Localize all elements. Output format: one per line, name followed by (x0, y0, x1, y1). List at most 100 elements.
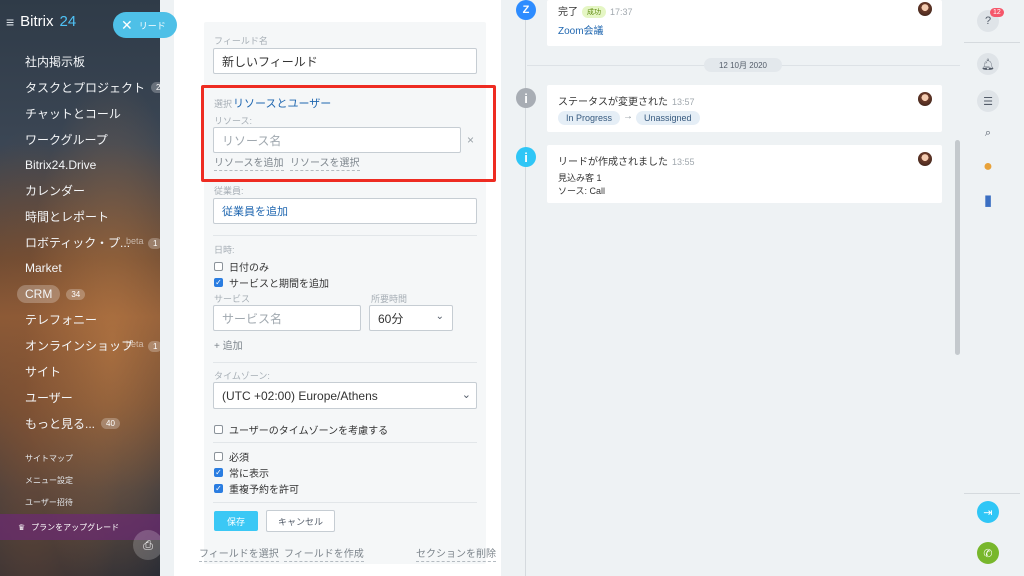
checkbox-label: 常に表示 (229, 469, 269, 480)
menu-icon[interactable]: ≡ (6, 14, 14, 30)
timeline-card-created[interactable]: リードが作成されました 13:55 見込み客 1 ソース: Call (547, 145, 942, 203)
beta-label: beta (126, 338, 144, 349)
sidebar-item-feed[interactable]: 社内掲示板 (0, 49, 160, 75)
add-service-link[interactable]: + 追加 (214, 337, 243, 352)
sidebar-item-label: カレンダー (25, 184, 86, 199)
select-field-link[interactable]: フィールドを選択 (199, 549, 279, 562)
app-icon[interactable]: ▮ (977, 189, 999, 211)
delete-section-link[interactable]: セクションを削除 (416, 549, 496, 562)
checkbox-box[interactable]: ✓ (214, 468, 223, 477)
timezone-label: タイムゾーン: (214, 371, 270, 381)
sidebar-item-online-store[interactable]: オンラインショップ beta 1 (0, 333, 160, 359)
checkbox-label: 重複予約を許可 (229, 485, 299, 496)
sidebar-item-label: ユーザー (25, 390, 73, 405)
sidebar-item-workgroups[interactable]: ワークグループ (0, 126, 160, 152)
close-lead-button[interactable]: ✕ リード (113, 12, 177, 38)
sidebar-item-more[interactable]: もっと見る... 40 (0, 410, 160, 436)
card-time: 17:37 (610, 7, 633, 17)
sidebar-item-tasks[interactable]: タスクとプロジェクト 26 (0, 75, 160, 101)
phone-icon[interactable]: ✆ (977, 542, 999, 564)
consider-timezone-checkbox[interactable]: ユーザーのタイムゾーンを考慮する (214, 422, 388, 437)
sidebar-item-label: Bitrix24.Drive (25, 158, 97, 173)
sidebar-link-sitemap[interactable]: サイトマップ (0, 453, 160, 464)
sidebar-item-label: 時間とレポート (25, 210, 110, 225)
avatar (918, 92, 932, 106)
info-icon: i (516, 88, 536, 108)
sidebar-item-calendar[interactable]: カレンダー (0, 178, 160, 204)
search-icon[interactable]: ⌕ (977, 122, 999, 144)
avatar (918, 152, 932, 166)
card-title: ステータスが変更された (558, 97, 668, 108)
logo[interactable]: ≡ Bitrix 24 (6, 13, 76, 30)
create-field-link[interactable]: フィールドを作成 (284, 549, 364, 562)
sidebar-item-rpa[interactable]: ロボティック・プ... beta 1 (0, 230, 160, 256)
chat-icon[interactable]: ☰ (977, 90, 999, 112)
sidebar-link-menu-settings[interactable]: メニュー設定 (0, 475, 160, 486)
always-show-checkbox[interactable]: ✓ 常に表示 (214, 465, 269, 480)
checkbox-box[interactable] (214, 425, 223, 434)
sidebar-item-telephony[interactable]: テレフォニー (0, 307, 160, 333)
timeline-line (525, 0, 526, 576)
zoom-meeting-link[interactable]: Zoom会議 (558, 22, 604, 37)
save-button[interactable]: 保存 (214, 511, 258, 531)
avatar (918, 2, 932, 16)
timeline-card-status[interactable]: ステータスが変更された 13:57 In Progress → Unassigne… (547, 85, 942, 132)
close-icon: ✕ (121, 16, 133, 33)
bell-icon[interactable]: 🔔︎ (977, 53, 999, 75)
sidebar-link-invite[interactable]: ユーザー招待 (0, 497, 160, 508)
timezone-value: (UTC +02:00) Europe/Athens (222, 388, 378, 403)
sidebar-item-label: ロボティック・プ... (25, 235, 131, 250)
employee-label: 従業員: (214, 186, 244, 196)
sidebar-item-sites[interactable]: サイト (0, 359, 160, 385)
service-label: サービス (214, 294, 251, 304)
divider (964, 493, 1020, 494)
count-badge: 34 (66, 288, 86, 300)
sidebar-item-crm[interactable]: CRM 34 (0, 281, 160, 307)
crown-icon: ♛ (18, 522, 26, 532)
checkbox-box[interactable]: ✓ (214, 484, 223, 493)
sidebar-item-chat[interactable]: チャットとコール (0, 101, 160, 127)
sidebar-item-label: 社内掲示板 (25, 55, 86, 70)
add-employee-field[interactable]: 従業員を追加 (213, 198, 477, 224)
service-name-input[interactable]: サービス名 (213, 305, 361, 331)
timeline: Z 完了 成功 17:37 Zoom会議 12 10月 2020 i ステータスが変… (501, 0, 960, 576)
timezone-select[interactable]: (UTC +02:00) Europe/Athens ⌄ (213, 382, 477, 409)
timeline-card-zoom[interactable]: 完了 成功 17:37 Zoom会議 (547, 0, 942, 46)
duration-select[interactable]: 60分 ⌄ (369, 305, 453, 331)
duration-label: 所要時間 (371, 294, 408, 304)
sidebar-item-label: オンラインショップ (25, 339, 134, 354)
printer-icon[interactable]: ⎙ (133, 530, 160, 560)
checkbox-label: 必須 (229, 453, 249, 464)
upgrade-label: プランをアップグレード (31, 522, 120, 532)
count-badge: 40 (101, 417, 120, 429)
checkbox-box[interactable]: ✓ (214, 278, 223, 287)
bulb-icon[interactable]: ● (977, 156, 999, 178)
add-service-duration-checkbox[interactable]: ✓ サービスと期間を追加 (214, 275, 329, 290)
sidebar-item-users[interactable]: ユーザー (0, 384, 160, 410)
field-name-label: フィールド名 (214, 36, 268, 46)
checkbox-box[interactable] (214, 262, 223, 271)
sidebar-item-label: テレフォニー (25, 313, 98, 328)
status-badge: 成功 (582, 6, 606, 18)
sidebar-item-time-reports[interactable]: 時間とレポート (0, 204, 160, 230)
card-time: 13:55 (672, 157, 695, 167)
status-to-pill: Unassigned (636, 111, 700, 125)
count-badge: 1 (148, 237, 160, 249)
date-label: 日時: (214, 245, 235, 255)
checkbox-box[interactable] (214, 452, 223, 461)
sidebar-item-market[interactable]: Market (0, 255, 160, 281)
field-name-input[interactable]: 新しいフィールド (213, 48, 477, 74)
divider (213, 502, 477, 503)
sidebar-item-drive[interactable]: Bitrix24.Drive (0, 152, 160, 178)
field-editor-column: フィールド名 新しいフィールド 選択 リソースとユーザー リソース: リソース名… (174, 0, 501, 576)
checkbox-label: 日付のみ (229, 263, 269, 274)
allow-overbooking-checkbox[interactable]: ✓ 重複予約を許可 (214, 481, 299, 496)
checkbox-label: サービスと期間を追加 (229, 279, 329, 290)
open-lines-icon[interactable]: ⇥ (977, 501, 999, 523)
notification-count-badge: 12 (990, 8, 1004, 17)
divider (964, 42, 1020, 43)
cancel-button[interactable]: キャンセル (266, 510, 335, 532)
required-checkbox[interactable]: 必須 (214, 449, 249, 464)
date-only-checkbox[interactable]: 日付のみ (214, 259, 269, 274)
sidebar-item-label: ワークグループ (25, 132, 108, 147)
